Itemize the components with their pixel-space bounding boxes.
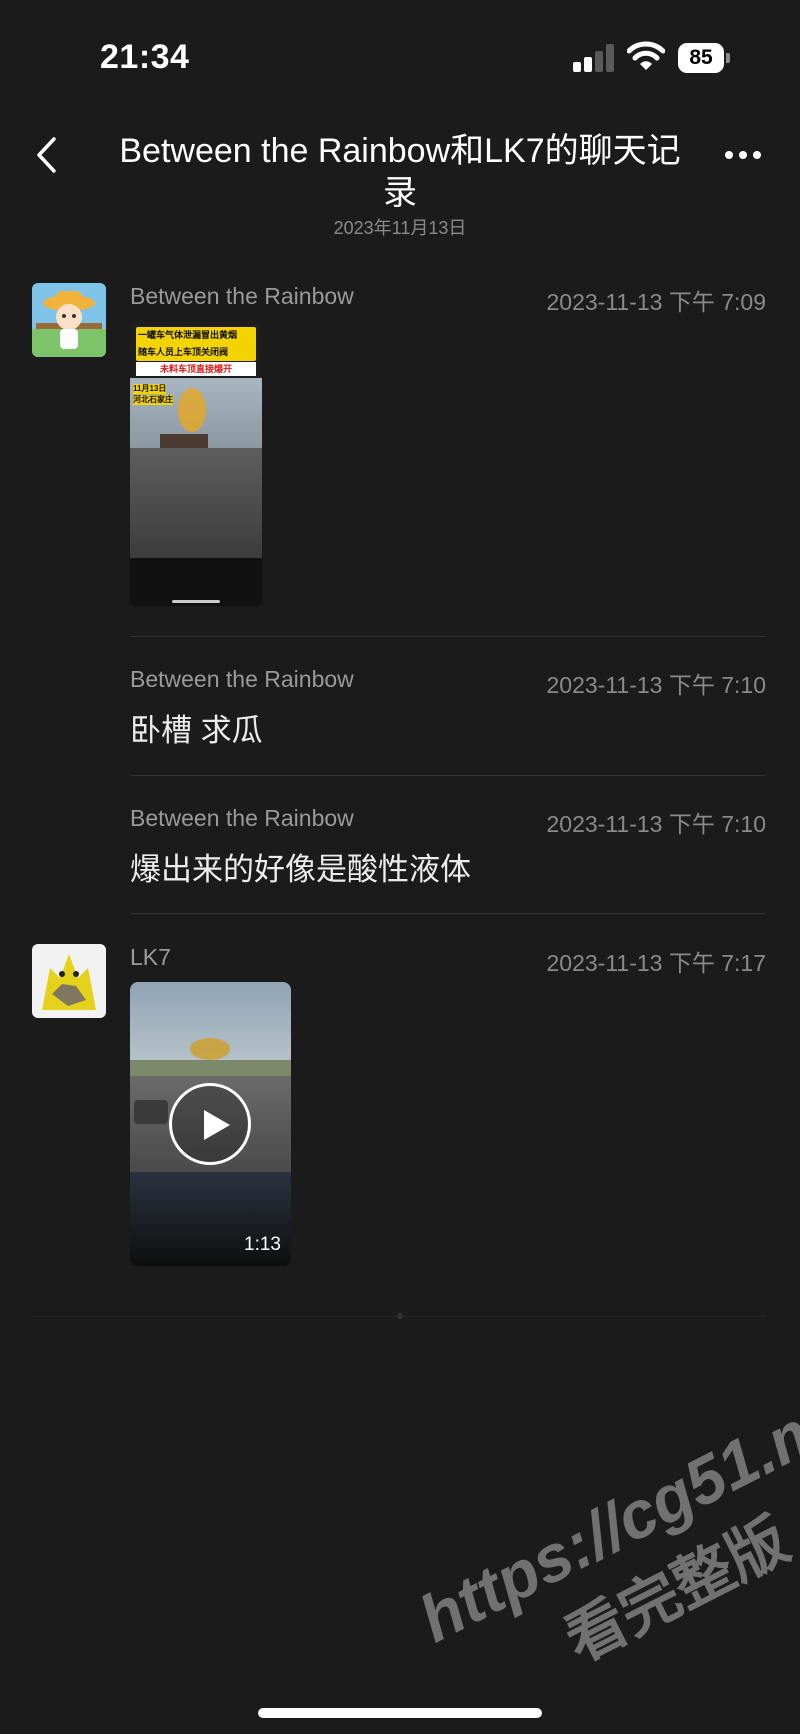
message-item: LK7 2023-11-13 下午 7:17 1:13 [0, 944, 800, 1274]
message-time: 2023-11-13 下午 7:10 [546, 672, 767, 698]
message-item: Between the Rainbow 2023-11-13 下午 7:10 卧… [0, 666, 800, 776]
image-caption-line: 河北石家庄 [133, 395, 173, 405]
video-duration: 1:13 [244, 1234, 281, 1255]
sender-name: Between the Rainbow [130, 805, 354, 831]
message-item: Between the Rainbow 2023-11-13 下午 7:09 一… [0, 283, 800, 637]
divider [130, 913, 766, 914]
chevron-left-icon [37, 137, 56, 173]
sender-name: LK7 [130, 944, 171, 970]
battery-icon: 85 [678, 43, 730, 73]
image-caption-line: 一罐车气体泄漏冒出黄烟 [138, 330, 238, 340]
message-time: 2023-11-13 下午 7:09 [546, 289, 767, 315]
message-item: Between the Rainbow 2023-11-13 下午 7:10 爆… [0, 805, 800, 915]
more-horizontal-icon [725, 151, 733, 159]
end-indicator [397, 1313, 403, 1319]
image-caption-line: 11月13日 [133, 384, 167, 394]
image-message[interactable]: 一罐车气体泄漏冒出黄烟 随车人员上车顶关闭阀 未料车顶直接爆开 11月13日 河… [130, 322, 262, 606]
image-caption-line: 随车人员上车顶关闭阀 [138, 347, 229, 357]
watermark-url: https://cg51.me [407, 1370, 800, 1656]
chat-header: Between the Rainbow和LK7的聊天记录 2023年11月13日 [0, 110, 800, 250]
sender-name: Between the Rainbow [130, 283, 354, 309]
status-bar: 21:34 85 [0, 0, 800, 110]
more-options-button[interactable] [716, 130, 770, 180]
avatar[interactable] [32, 944, 106, 1018]
status-time: 21:34 [100, 38, 190, 76]
cellular-signal-icon [573, 44, 615, 72]
divider [130, 636, 766, 637]
page-subtitle-date: 2023年11月13日 [333, 218, 467, 238]
home-indicator[interactable] [258, 1708, 542, 1718]
avatar[interactable] [32, 283, 106, 357]
sender-name: Between the Rainbow [130, 666, 354, 692]
message-time: 2023-11-13 下午 7:17 [546, 950, 767, 976]
page-title: Between the Rainbow和LK7的聊天记录 [119, 132, 681, 212]
watermark-text: 看完整版 [554, 1505, 800, 1675]
image-caption-line: 未料车顶直接爆开 [136, 362, 256, 376]
message-text: 卧槽 求瓜 [130, 713, 263, 748]
video-message[interactable]: 1:13 [130, 982, 291, 1266]
back-button[interactable] [24, 130, 68, 180]
play-icon[interactable] [169, 1083, 251, 1165]
message-text: 爆出来的好像是酸性液体 [130, 852, 471, 887]
message-time: 2023-11-13 下午 7:10 [546, 811, 767, 837]
chat-history-page: 21:34 85 Between the Rainbow和LK7的聊天记录 20… [0, 0, 800, 1734]
battery-level: 85 [678, 43, 724, 73]
divider [130, 775, 766, 776]
wifi-icon [626, 40, 666, 72]
